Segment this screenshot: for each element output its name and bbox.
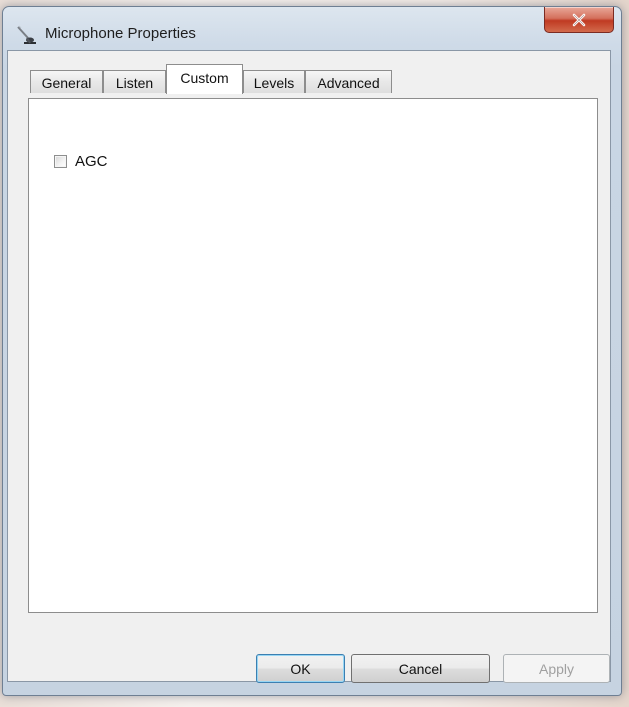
agc-checkbox[interactable] [54,155,67,168]
tab-advanced-label: Advanced [317,75,380,91]
ok-button-label: OK [290,660,311,677]
cancel-button[interactable]: Cancel [351,654,490,683]
tab-custom-label: Custom [180,70,229,86]
cancel-button-label: Cancel [398,660,443,677]
tab-levels[interactable]: Levels [243,70,305,93]
tab-general-label: General [41,75,92,91]
window-title: Microphone Properties [45,25,196,42]
close-button[interactable] [544,7,614,33]
agc-label: AGC [75,153,108,170]
close-icon [572,13,586,26]
tab-custom[interactable]: Custom [166,64,243,94]
ok-button[interactable]: OK [256,654,345,683]
tab-general[interactable]: General [30,70,103,93]
tab-listen[interactable]: Listen [103,70,166,93]
agc-option[interactable]: AGC [54,153,108,170]
microphone-icon [17,25,36,44]
tab-panel-custom [28,98,598,613]
tab-advanced[interactable]: Advanced [305,70,392,93]
apply-button[interactable]: Apply [503,654,610,683]
tab-listen-label: Listen [115,75,154,91]
tab-levels-label: Levels [253,75,295,91]
apply-button-label: Apply [538,660,575,677]
